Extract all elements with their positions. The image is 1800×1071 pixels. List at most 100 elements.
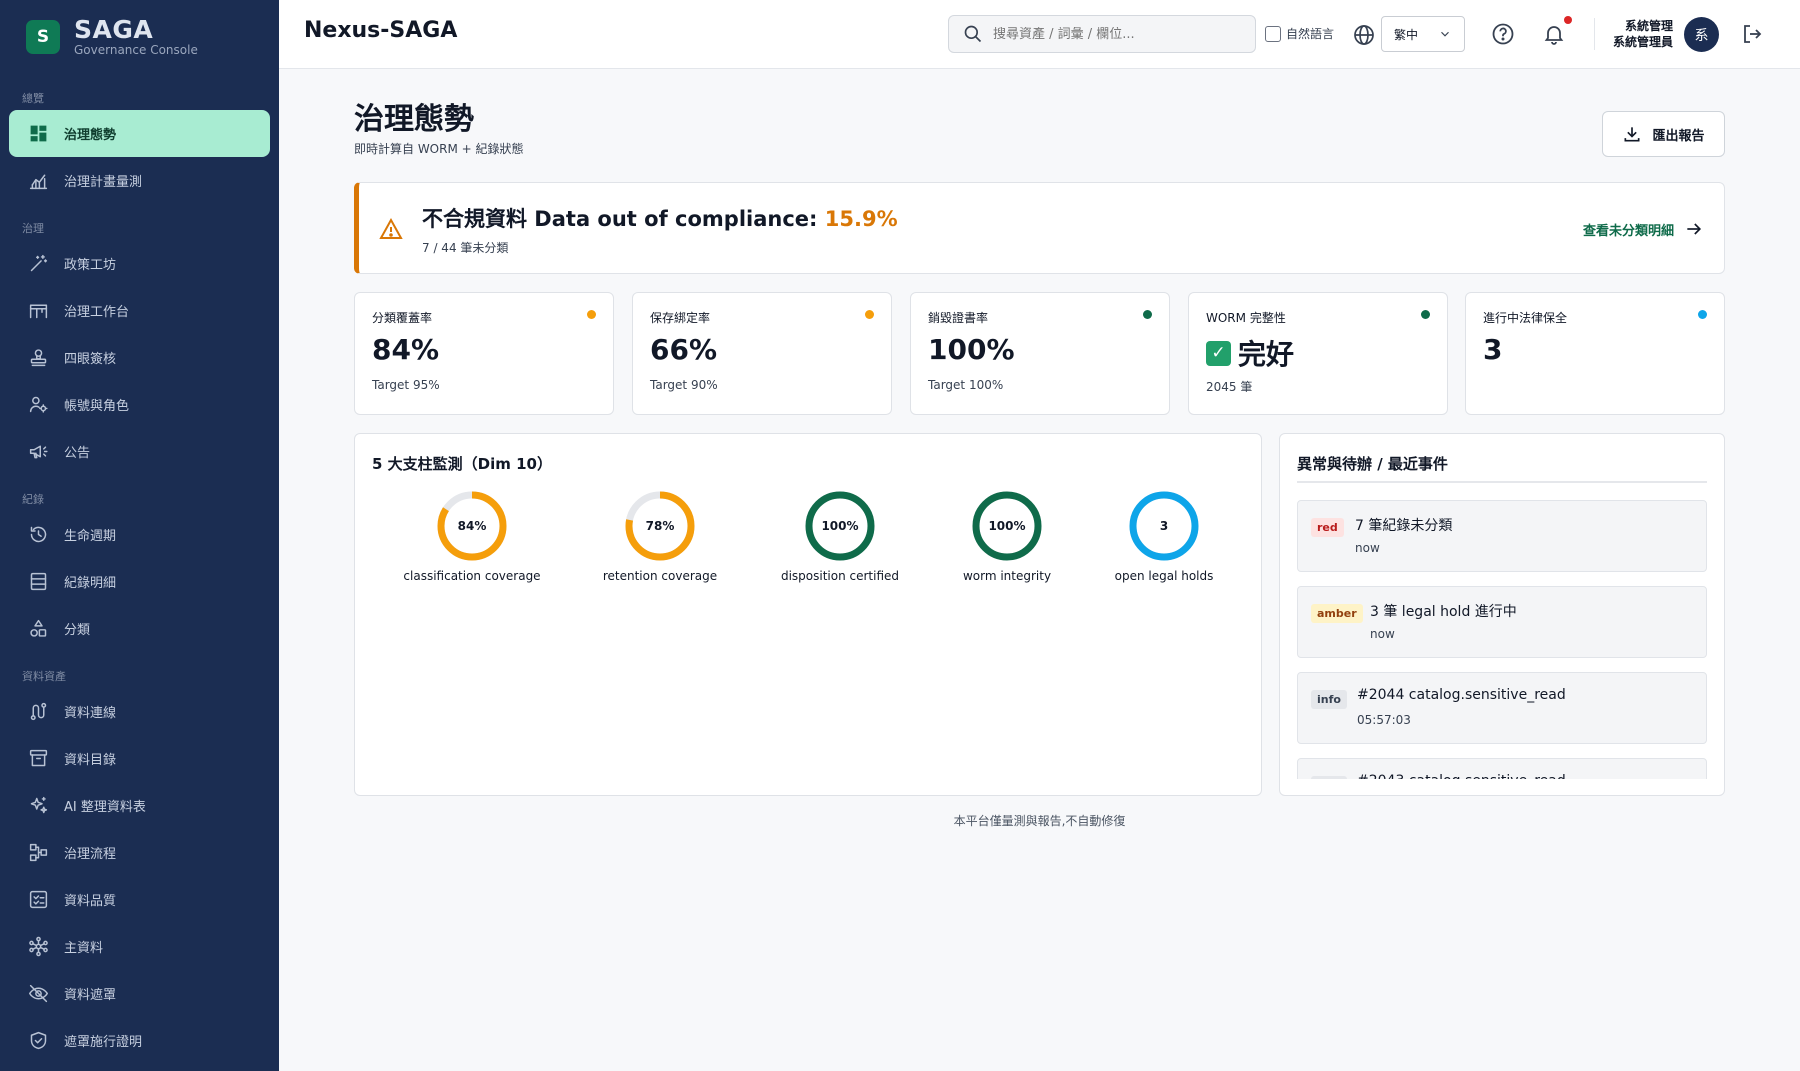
natural-language-toggle[interactable]: 自然語言 [1265,25,1334,42]
sidebar-item-label: 治理態勢 [64,128,117,143]
event-severity-tag: amber [1311,604,1363,623]
page-title: 治理態勢 [354,102,474,137]
sidebar-item-workbench[interactable]: 治理工作台 [9,287,270,334]
pillars-panel: 5 大支柱監測（Dim 10） 84% classification covera… [354,433,1262,796]
kpi-row: 分類覆蓋率 84% Target 95% 保存綁定率 66% Target 90% 銷毀證書… [354,292,1725,415]
user-org: 系統管理 [1624,19,1673,33]
gauge-label: worm integrity [962,569,1052,583]
pillars-title: 5 大支柱監測（Dim 10） [372,455,552,473]
compliance-alert: 不合規資料 Data out of compliance: 15.9% 7 / … [354,182,1725,274]
kpi-label: WORM 完整性 [1206,311,1286,325]
sidebar-item-stamp[interactable]: 四眼簽核 [9,334,270,381]
kpi-status-dot [1421,310,1430,319]
language-select[interactable]: 繁中 [1381,16,1465,52]
kpi-target: 2045 筆 [1206,380,1253,394]
sidebar-item-label: 治理工作台 [64,305,130,320]
pillar-gauge: 100% disposition certified [765,489,915,583]
alert-title-text: 不合規資料 Data out of compliance: [422,207,825,231]
gauge-value: 84% [458,519,487,533]
sparkles-icon [27,795,49,817]
topbar-divider [1594,18,1595,50]
event-item[interactable]: info #2044 catalog.sensitive_read 05:57:03 [1297,672,1707,744]
event-text: #2044 catalog.sensitive_read [1357,687,1566,703]
avatar[interactable]: 系 [1684,17,1719,52]
sidebar-item-label: 遮罩施行證明 [64,1035,143,1050]
sidebar-item-label: 資料連線 [64,706,117,721]
kpi-label: 保存綁定率 [650,311,711,325]
nav-section-heading: 總覽 [22,92,44,105]
sidebar-item-history[interactable]: 生命週期 [9,511,270,558]
kpi-target: Target 90% [650,378,718,392]
bell-icon[interactable] [1542,22,1566,46]
kpi-card: WORM 完整性 ✓ 完好 2045 筆 [1188,292,1448,415]
sidebar-item-checklist[interactable]: 資料品質 [9,876,270,923]
workbench-icon [27,300,49,322]
network-icon [27,936,49,958]
sidebar-item-eye-off[interactable]: 資料遮罩 [9,970,270,1017]
sidebar-item-label: 政策工坊 [64,258,117,273]
sidebar-item-label: 資料目錄 [64,753,117,768]
nav-section-heading: 資料資產 [22,670,66,683]
sidebar-item-wand[interactable]: 政策工坊 [9,240,270,287]
dashboard-icon [27,123,49,145]
sidebar-item-label: 四眼簽核 [64,352,117,367]
alert-subtitle: 7 / 44 筆未分類 [422,241,509,255]
search-icon [964,25,982,43]
workflow-icon [27,842,49,864]
brand-name: SAGA [74,15,154,44]
gauge-value: 100% [988,519,1025,533]
view-unclassified-link[interactable]: 查看未分類明細 [1583,219,1704,239]
check-icon: ✓ [1206,340,1231,366]
search-input[interactable] [993,26,1233,42]
topbar: Nexus-SAGA 自然語言 繁中 系統管理 系統管理員 系 [279,0,1800,69]
sidebar-item-label: 資料遮罩 [64,988,117,1003]
export-report-button[interactable]: 匯出報告 [1602,111,1725,157]
kpi-target: Target 95% [372,378,440,392]
sidebar-item-chart[interactable]: 治理計畫量測 [9,157,270,204]
kpi-value-text: 完好 [1238,338,1295,371]
gauge-ring: 100% [972,491,1042,561]
event-text: 7 筆紀錄未分類 [1355,518,1453,534]
events-list[interactable]: red 7 筆紀錄未分類 now amber 3 筆 legal hold 進行中 now… [1297,500,1707,779]
event-item[interactable]: info #2043 catalog.sensitive_read [1297,758,1707,779]
event-item[interactable]: amber 3 筆 legal hold 進行中 now [1297,586,1707,658]
event-time: now [1355,541,1380,555]
natural-language-checkbox[interactable] [1265,25,1281,42]
sidebar-item-sparkles[interactable]: AI 整理資料表 [9,782,270,829]
event-time: now [1370,627,1395,641]
pillar-gauge: 84% classification coverage [397,489,547,583]
view-unclassified-label: 查看未分類明細 [1582,223,1674,239]
sidebar: S SAGA Governance Console 總覽治理態勢治理計畫量測治理… [0,0,279,1071]
arrow-right-icon [1687,223,1702,235]
shapes-icon [27,618,49,640]
brand[interactable]: S SAGA Governance Console [0,0,279,74]
sidebar-item-label: 治理流程 [64,847,117,862]
sidebar-item-users[interactable]: 帳號與角色 [9,381,270,428]
events-divider [1297,481,1707,483]
logout-icon[interactable] [1740,22,1764,46]
event-item[interactable]: red 7 筆紀錄未分類 now [1297,500,1707,572]
warning-icon [379,217,403,239]
events-panel: 異常與待辦 / 最近事件 red 7 筆紀錄未分類 now amber 3 筆 lega… [1279,433,1725,796]
kpi-value: 66% [650,333,717,366]
alert-title: 不合規資料 Data out of compliance: 15.9% [422,203,898,233]
sidebar-item-list[interactable]: 紀錄明細 [9,558,270,605]
sidebar-item-dashboard[interactable]: 治理態勢 [9,110,270,157]
kpi-status-dot [1698,310,1707,319]
sidebar-item-route[interactable]: 資料連線 [9,688,270,735]
gauge-ring: 3 [1129,491,1199,561]
alert-percent: 15.9% [824,207,898,231]
kpi-card: 分類覆蓋率 84% Target 95% [354,292,614,415]
gauge-ring: 84% [437,491,507,561]
sidebar-item-archive[interactable]: 資料目錄 [9,735,270,782]
sidebar-item-shield-check[interactable]: 遮罩施行證明 [9,1017,270,1064]
search-box[interactable] [948,15,1256,53]
kpi-card: 進行中法律保全 3 [1465,292,1725,415]
shield-check-icon [27,1030,49,1052]
sidebar-item-shapes[interactable]: 分類 [9,605,270,652]
help-icon[interactable] [1491,22,1515,46]
sidebar-item-megaphone[interactable]: 公告 [9,428,270,475]
sidebar-item-workflow[interactable]: 治理流程 [9,829,270,876]
route-icon [27,701,49,723]
sidebar-item-network[interactable]: 主資料 [9,923,270,970]
